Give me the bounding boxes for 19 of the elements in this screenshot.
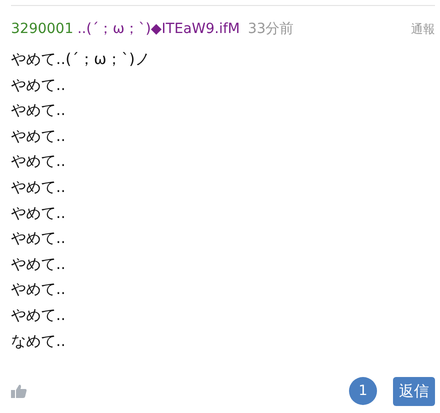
post-text-line: やめて..	[11, 228, 67, 250]
report-link[interactable]: 通報	[411, 21, 435, 38]
post-text-line: やめて..	[11, 202, 67, 224]
reply-button[interactable]: 返信	[393, 376, 435, 406]
post-text-line: やめて..	[11, 151, 67, 172]
post-text-line: やめて..	[11, 254, 67, 275]
reply-count-badge: 1	[349, 377, 377, 406]
post-text-line: やめて..	[11, 279, 67, 300]
post-text-line: やめて..	[11, 304, 67, 326]
post-text-line: やめて..	[11, 74, 67, 96]
thumbs-up-icon[interactable]	[11, 384, 27, 398]
post-text-line: やめて..	[11, 176, 67, 198]
post-time: 33分前	[248, 20, 294, 38]
post-text-line: やめて..	[11, 126, 67, 147]
post-text-line: なめて..	[11, 330, 67, 352]
post-text-line: やめて..	[11, 100, 67, 122]
post-text-line: やめて..(´；ω；`)ノ	[11, 49, 151, 70]
poster-name: ..(´；ω；`)◆ITEaW9.ifM	[77, 20, 240, 38]
post-number: 3290001	[11, 21, 74, 37]
